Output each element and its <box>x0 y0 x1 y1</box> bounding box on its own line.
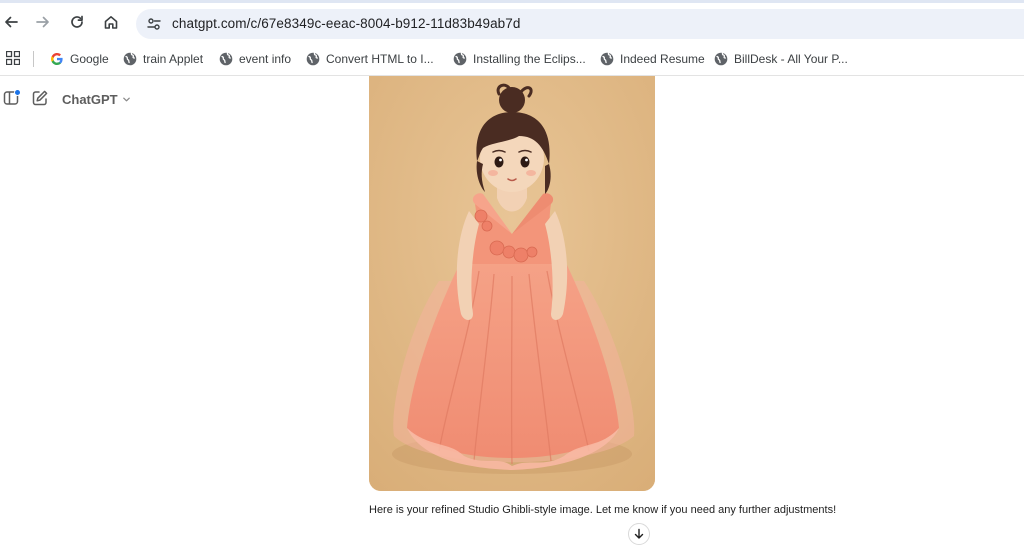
bookmark-event-info[interactable]: event info <box>219 50 291 68</box>
bookmark-label: event info <box>239 52 292 66</box>
bookmark-billdesk[interactable]: BillDesk - All Your P... <box>714 50 848 68</box>
globe-icon <box>453 52 467 66</box>
arrow-right-icon <box>36 16 49 28</box>
bookmark-label: Convert HTML to I... <box>326 52 434 66</box>
address-bar[interactable]: chatgpt.com/c/67e8349c-eeac-8004-b912-11… <box>136 9 1024 39</box>
model-selector[interactable]: ChatGPT <box>62 89 131 109</box>
bookmark-indeed-resume[interactable]: Indeed Resume <box>600 50 705 68</box>
globe-icon <box>714 52 728 66</box>
home-icon <box>104 16 118 29</box>
arrow-down-icon <box>634 528 644 539</box>
scroll-to-bottom-button[interactable] <box>628 523 650 545</box>
url-text[interactable]: chatgpt.com/c/67e8349c-eeac-8004-b912-11… <box>172 16 521 31</box>
site-settings-icon[interactable] <box>146 16 162 32</box>
bookmark-label: Installing the Eclips... <box>473 52 586 66</box>
bookmarks-bar: Google train Applet event info Convert H… <box>0 42 1024 76</box>
bookmark-installing-eclipse[interactable]: Installing the Eclips... <box>453 50 586 68</box>
bookmarks-separator <box>33 51 34 67</box>
apps-grid-icon[interactable] <box>6 51 20 65</box>
bookmark-google[interactable]: Google <box>50 50 109 68</box>
google-icon <box>51 53 63 65</box>
bookmark-label: train Applet <box>143 52 204 66</box>
assistant-message: Here is your refined Studio Ghibli-style… <box>369 504 837 516</box>
model-label: ChatGPT <box>62 91 118 107</box>
home-button[interactable] <box>100 11 122 33</box>
browser-toolbar: chatgpt.com/c/67e8349c-eeac-8004-b912-11… <box>0 0 1024 42</box>
bookmark-train-applet[interactable]: train Applet <box>123 50 203 68</box>
globe-icon <box>306 52 320 66</box>
chat-header: ChatGPT <box>0 88 200 110</box>
globe-icon <box>219 52 233 66</box>
sidebar-toggle-icon[interactable] <box>3 89 21 107</box>
reload-icon <box>71 15 83 28</box>
bookmark-label: Google <box>70 52 109 66</box>
ghibli-girl-illustration <box>369 76 655 491</box>
globe-icon <box>123 52 137 66</box>
bookmark-convert-html[interactable]: Convert HTML to I... <box>306 50 434 68</box>
new-chat-icon[interactable] <box>31 89 49 107</box>
bookmark-label: Indeed Resume <box>620 52 705 66</box>
reload-button[interactable] <box>66 11 88 33</box>
back-button[interactable] <box>0 11 22 33</box>
forward-button[interactable] <box>32 11 54 33</box>
globe-icon <box>600 52 614 66</box>
generated-image[interactable] <box>369 76 655 491</box>
bookmark-label: BillDesk - All Your P... <box>734 52 848 66</box>
arrow-left-icon <box>5 16 18 28</box>
chevron-down-icon <box>122 97 130 101</box>
